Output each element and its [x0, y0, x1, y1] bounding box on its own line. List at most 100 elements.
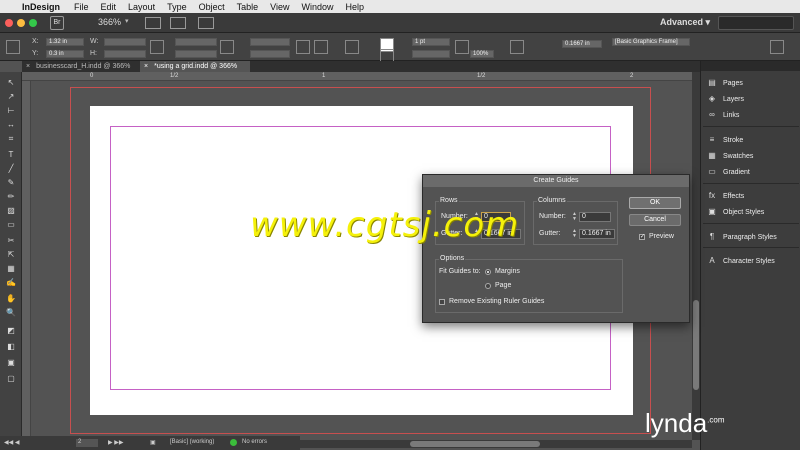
preview-label[interactable]: Preview — [649, 233, 674, 240]
search-input[interactable] — [718, 16, 794, 30]
rotation-field[interactable] — [250, 38, 290, 46]
working-style-label[interactable]: [Basic] (working) — [170, 439, 214, 445]
pencil-tool-icon[interactable]: ✏ — [5, 192, 17, 201]
panel-effects[interactable]: fx Effects — [707, 189, 744, 203]
panel-gradient[interactable]: ▭ Gradient — [707, 165, 750, 179]
zoom-window-button[interactable] — [29, 19, 37, 27]
vertical-scrollbar[interactable] — [692, 72, 700, 440]
panel-object-styles[interactable]: ▣ Object Styles — [707, 205, 764, 219]
menu-file[interactable]: File — [74, 2, 89, 12]
chevron-down-icon[interactable]: ▾ — [125, 17, 129, 25]
apply-color-icon[interactable]: ▣ — [5, 358, 17, 367]
columns-gutter-field[interactable]: 0.1667 in — [579, 229, 615, 239]
stroke-type-select[interactable] — [412, 50, 450, 58]
page-radio-label[interactable]: Page — [495, 282, 511, 289]
page-tool-icon[interactable]: ⊢ — [5, 106, 17, 115]
preview-checkbox[interactable]: ✓ — [639, 234, 645, 240]
fitting-icon[interactable] — [510, 40, 524, 54]
panel-dock-header[interactable] — [701, 61, 800, 71]
margins-radio-label[interactable]: Margins — [495, 268, 520, 275]
y-field[interactable]: 0.3 in — [46, 50, 84, 58]
constrain-proportions-icon[interactable] — [150, 40, 164, 54]
workspace-switcher[interactable]: Advanced ▾ — [660, 17, 710, 28]
direct-selection-tool-icon[interactable]: ↗ — [5, 92, 17, 101]
menu-view[interactable]: View — [270, 2, 289, 12]
first-page-icon[interactable]: ◀◀ ◀ — [4, 439, 20, 446]
app-name-menu[interactable]: InDesign — [22, 2, 60, 12]
stepper-arrows-icon[interactable]: ▲ ▼ — [572, 229, 577, 239]
flip-icon[interactable] — [314, 40, 328, 54]
menu-edit[interactable]: Edit — [101, 2, 117, 12]
shear-field[interactable] — [250, 50, 290, 58]
rectangle-tool-icon[interactable]: ▭ — [5, 220, 17, 229]
free-transform-tool-icon[interactable]: ⇱ — [5, 250, 17, 259]
content-collector-icon[interactable]: ⌗ — [5, 134, 17, 143]
link-icon[interactable] — [220, 40, 234, 54]
pen-tool-icon[interactable]: ✎ — [5, 178, 17, 187]
next-page-icon[interactable]: ▶ ▶▶ — [108, 439, 124, 446]
panel-stroke[interactable]: ≡ Stroke — [707, 133, 744, 147]
page-number-field[interactable]: 2 — [76, 439, 98, 447]
menu-layout[interactable]: Layout — [128, 2, 155, 12]
x-field[interactable]: 1.32 in — [46, 38, 84, 46]
select-container-icon[interactable] — [345, 40, 359, 54]
fill-stroke-icon[interactable]: ◩ — [5, 326, 17, 335]
panel-pages[interactable]: ▤ Pages — [707, 76, 743, 90]
scissors-tool-icon[interactable]: ✂ — [5, 236, 17, 245]
vertical-scroll-thumb[interactable] — [693, 300, 699, 390]
horizontal-scrollbar[interactable] — [300, 440, 692, 448]
stroke-weight-field[interactable]: 1 pt — [412, 38, 450, 46]
hand-tool-icon[interactable]: ✋ — [5, 294, 17, 303]
menu-table[interactable]: Table — [237, 2, 259, 12]
vertical-ruler[interactable] — [22, 81, 31, 436]
cancel-button[interactable]: Cancel — [629, 214, 681, 226]
reference-point-icon[interactable] — [6, 40, 20, 54]
zoom-tool-icon[interactable]: 🔍 — [5, 308, 17, 317]
preflight-errors-label[interactable]: No errors — [242, 439, 267, 445]
ok-button[interactable]: OK — [629, 197, 681, 209]
panel-character-styles[interactable]: A Character Styles — [707, 254, 774, 268]
panel-links[interactable]: ∞ Links — [707, 108, 739, 122]
columns-number-field[interactable]: 0 — [579, 212, 611, 222]
menu-type[interactable]: Type — [167, 2, 187, 12]
height-field[interactable] — [104, 50, 146, 58]
scale-x-field[interactable] — [175, 38, 217, 46]
line-tool-icon[interactable]: ╱ — [5, 164, 17, 173]
page-radio[interactable] — [485, 283, 491, 289]
scale-y-field[interactable] — [175, 50, 217, 58]
wand-icon[interactable] — [770, 40, 784, 54]
menu-object[interactable]: Object — [199, 2, 225, 12]
object-style-select[interactable]: [Basic Graphics Frame] — [612, 38, 690, 46]
offset-field[interactable]: 0.1667 in — [562, 40, 602, 48]
menu-help[interactable]: Help — [346, 2, 365, 12]
panel-swatches[interactable]: ▦ Swatches — [707, 149, 753, 163]
note-tool-icon[interactable]: ✍ — [5, 278, 17, 287]
text-wrap-icon[interactable] — [455, 40, 469, 54]
gap-tool-icon[interactable]: ↔ — [5, 120, 17, 129]
screen-mode-icon[interactable] — [170, 17, 186, 29]
zoom-level-field[interactable]: 366% — [98, 17, 121, 27]
gradient-tool-icon[interactable]: ▦ — [5, 264, 17, 273]
margins-radio[interactable] — [485, 269, 491, 275]
close-window-button[interactable] — [5, 19, 13, 27]
remove-guides-checkbox[interactable] — [439, 299, 445, 305]
type-tool-icon[interactable]: T — [5, 150, 17, 159]
remove-guides-label[interactable]: Remove Existing Ruler Guides — [449, 298, 544, 305]
minimize-window-button[interactable] — [17, 19, 25, 27]
tab-using-a-grid[interactable]: × *using a grid.indd @ 366% — [140, 61, 250, 72]
formatting-affects-container-icon[interactable]: ◧ — [5, 342, 17, 351]
bridge-logo-icon[interactable]: Br — [50, 16, 64, 30]
panel-layers[interactable]: ◈ Layers — [707, 92, 744, 106]
horizontal-ruler[interactable]: 0 1/2 1 1/2 2 — [22, 72, 692, 81]
open-page-icon[interactable]: ▣ — [150, 439, 156, 446]
width-field[interactable] — [104, 38, 146, 46]
opacity-field[interactable]: 100% — [470, 50, 494, 58]
rectangle-frame-tool-icon[interactable]: ▨ — [5, 206, 17, 215]
arrange-documents-icon[interactable] — [198, 17, 214, 29]
panel-paragraph-styles[interactable]: ¶ Paragraph Styles — [707, 230, 777, 244]
screen-mode-icon[interactable]: ▢ — [5, 374, 17, 383]
selection-tool-icon[interactable]: ↖ — [5, 78, 17, 87]
view-options-icon[interactable] — [145, 17, 161, 29]
close-tab-icon[interactable]: × — [26, 63, 30, 70]
stepper-arrows-icon[interactable]: ▲ ▼ — [572, 212, 577, 222]
